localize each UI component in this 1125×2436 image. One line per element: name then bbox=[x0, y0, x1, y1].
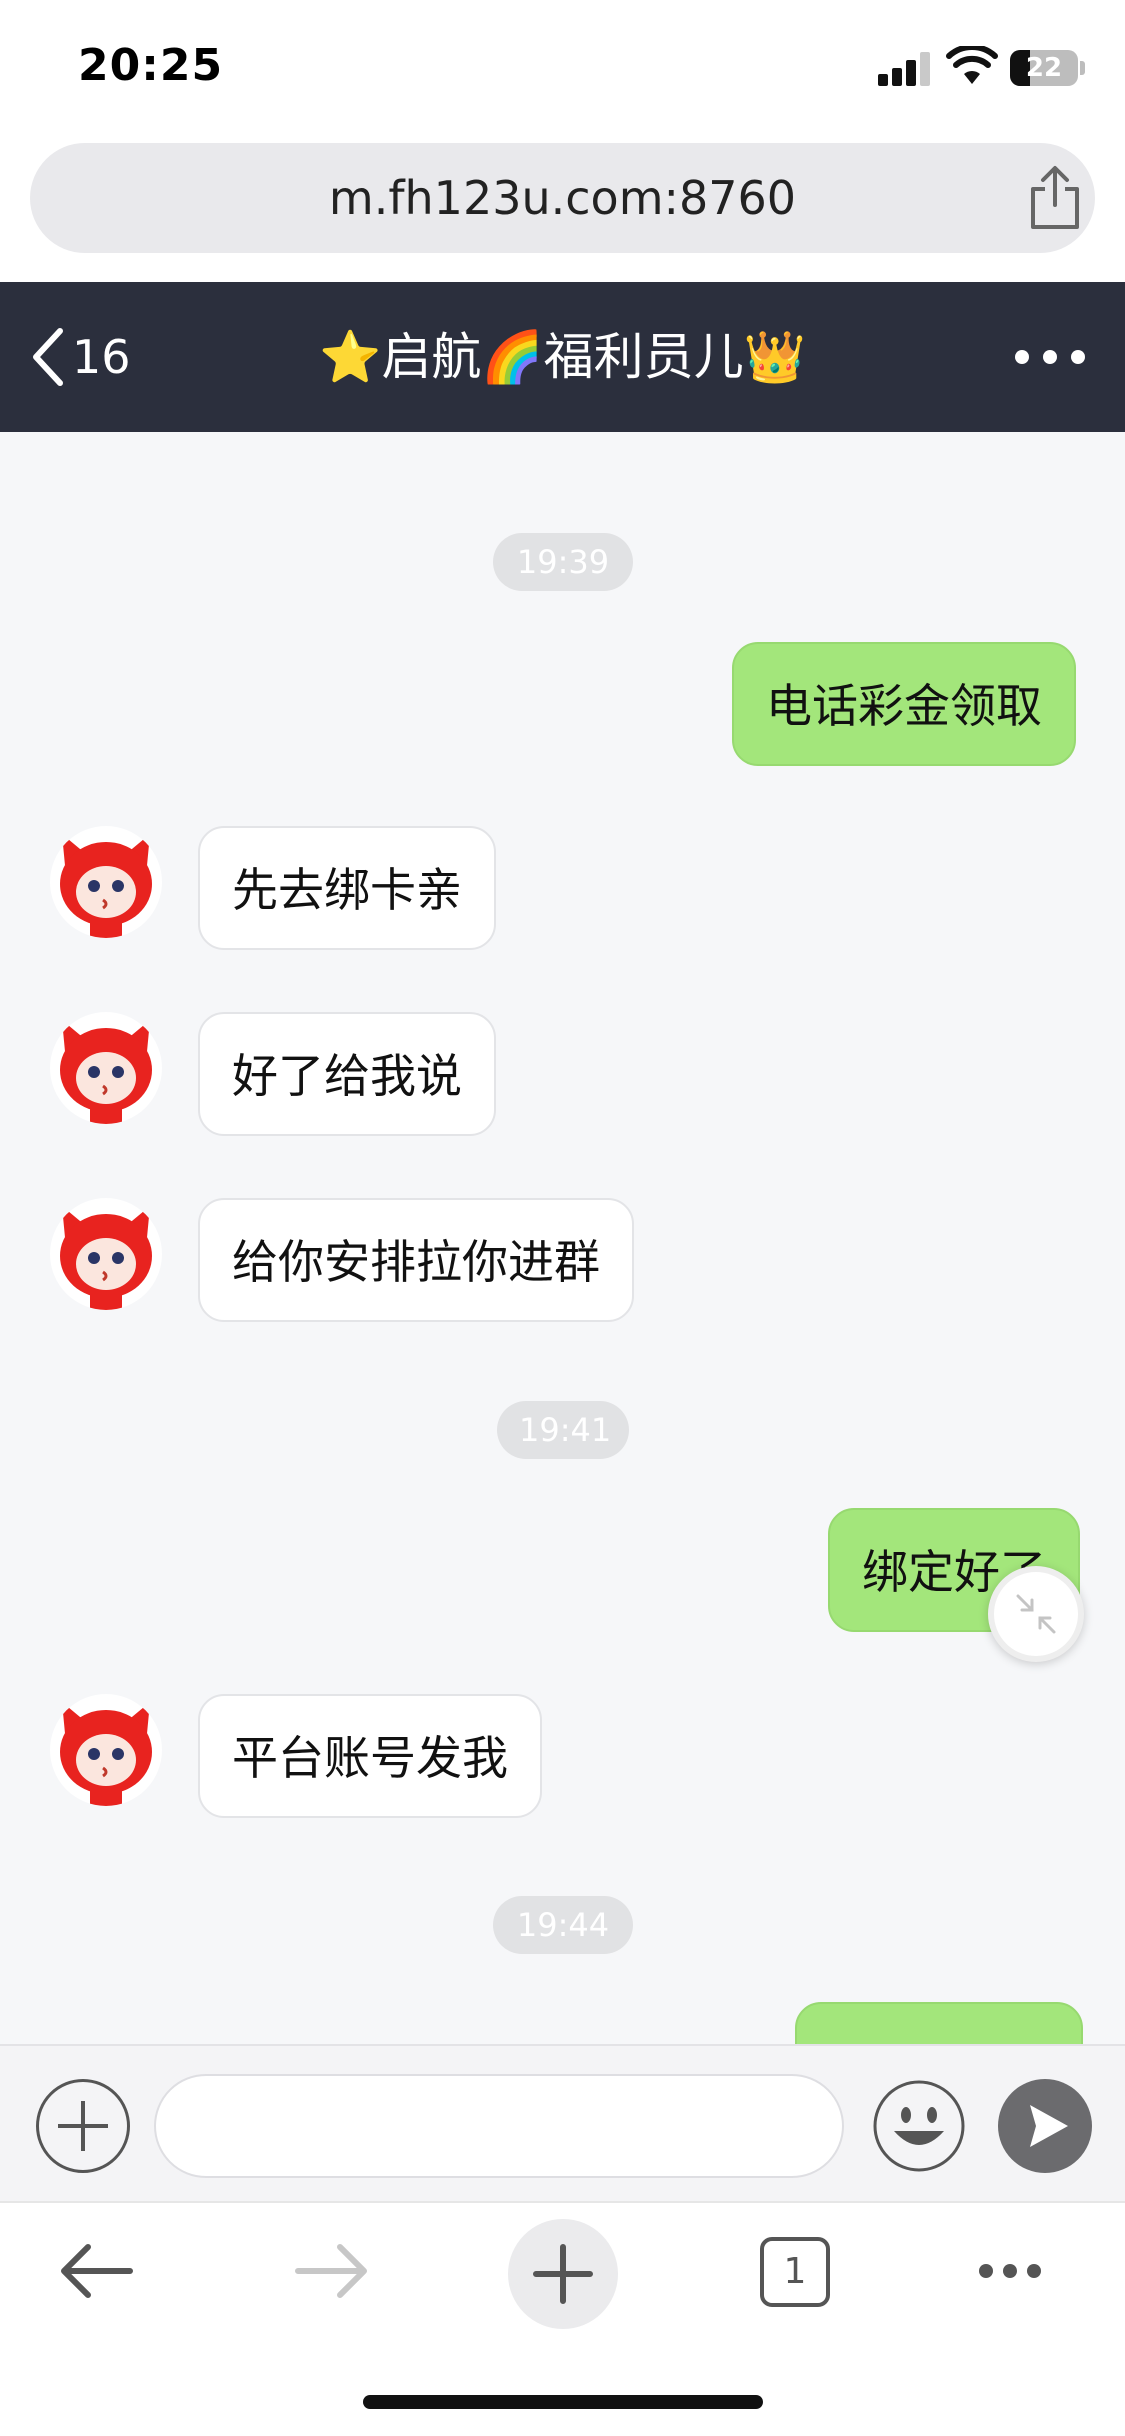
more-button[interactable] bbox=[1015, 337, 1085, 377]
status-time: 20:25 bbox=[78, 40, 224, 91]
arrow-left-icon[interactable] bbox=[48, 2233, 148, 2309]
avatar[interactable] bbox=[50, 826, 162, 938]
chevron-left-icon bbox=[33, 328, 63, 386]
minimize-button[interactable] bbox=[988, 1566, 1084, 1662]
tabs-button[interactable]: 1 bbox=[760, 2237, 830, 2307]
message-bubble-incoming[interactable]: 平台账号发我 bbox=[198, 1694, 542, 1818]
message-bubble-outgoing[interactable]: 电话彩金领取 bbox=[732, 642, 1076, 766]
fox-avatar-icon bbox=[60, 1702, 152, 1806]
plus-icon[interactable] bbox=[36, 2079, 130, 2173]
chat-title: ⭐启航🌈福利员儿👑 bbox=[319, 328, 806, 386]
fox-avatar-icon bbox=[60, 1206, 152, 1310]
back-button[interactable]: 16 bbox=[30, 322, 131, 392]
avatar[interactable] bbox=[50, 1198, 162, 1310]
message-bubble-incoming[interactable]: 先去绑卡亲 bbox=[198, 826, 496, 950]
message-input[interactable] bbox=[154, 2074, 844, 2178]
time-separator: 19:41 bbox=[497, 1401, 629, 1459]
send-button[interactable] bbox=[998, 2079, 1092, 2173]
new-tab-button[interactable] bbox=[508, 2219, 618, 2329]
fox-avatar-icon bbox=[60, 834, 152, 938]
url-text[interactable]: m.fh123u.com:8760 bbox=[30, 143, 1095, 253]
battery-nub bbox=[1080, 61, 1085, 75]
battery-icon: 22 bbox=[1010, 50, 1078, 86]
chat-header: 16 ⭐启航🌈福利员儿👑 bbox=[0, 282, 1125, 432]
cellular-signal-icon bbox=[878, 52, 934, 86]
message-input-bar bbox=[0, 2044, 1125, 2201]
smiley-icon[interactable] bbox=[872, 2079, 966, 2173]
avatar[interactable] bbox=[50, 1012, 162, 1124]
message-bubble-outgoing[interactable] bbox=[795, 2002, 1083, 2044]
arrow-right-icon[interactable] bbox=[280, 2233, 380, 2309]
message-bubble-incoming[interactable]: 给你安排拉你进群 bbox=[198, 1198, 634, 1322]
time-separator: 19:39 bbox=[493, 533, 633, 591]
battery-level: 22 bbox=[1025, 53, 1063, 83]
fox-avatar-icon bbox=[60, 1020, 152, 1124]
send-icon bbox=[1030, 2105, 1068, 2147]
status-bar: 20:25 22 bbox=[0, 0, 1125, 140]
avatar[interactable] bbox=[50, 1694, 162, 1806]
more-icon[interactable] bbox=[960, 2233, 1060, 2309]
chat-area[interactable]: 19:39 电话彩金领取 先去绑卡亲 好了给我说 给你安排拉你进群 19:41 … bbox=[0, 432, 1125, 2044]
message-bubble-incoming[interactable]: 好了给我说 bbox=[198, 1012, 496, 1136]
plus-icon bbox=[533, 2244, 593, 2304]
share-icon[interactable] bbox=[1025, 165, 1085, 231]
url-bar[interactable]: m.fh123u.com:8760 bbox=[30, 143, 1095, 253]
wifi-icon bbox=[946, 46, 998, 84]
home-indicator bbox=[363, 2395, 763, 2409]
unread-count: 16 bbox=[72, 330, 131, 384]
minimize-icon bbox=[1016, 1594, 1056, 1634]
time-separator: 19:44 bbox=[493, 1896, 633, 1954]
